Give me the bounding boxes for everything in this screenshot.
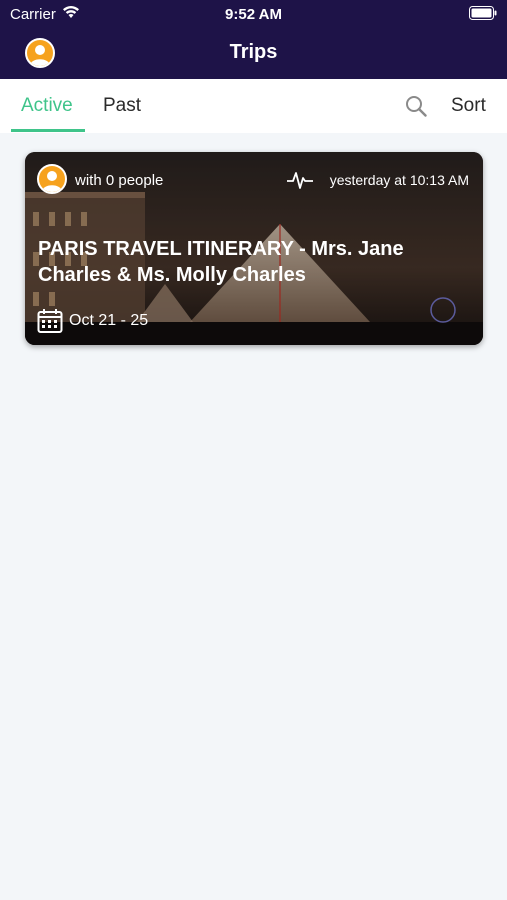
active-tab-indicator	[11, 129, 85, 132]
tab-active[interactable]: Active	[21, 95, 73, 117]
tab-past[interactable]: Past	[103, 95, 141, 117]
trip-dates: Oct 21 - 25	[69, 312, 149, 329]
participant-avatar	[37, 164, 67, 194]
page-title: Trips	[229, 41, 278, 63]
user-avatar-icon	[42, 171, 62, 192]
trip-people-count: with 0 people	[75, 172, 164, 189]
trip-tabs: Active Past Sort	[0, 79, 507, 133]
trip-title: PARIS TRAVEL ITINERARY - Mrs. Jane Charl…	[38, 238, 404, 286]
battery-icon	[469, 6, 497, 20]
activity-icon	[287, 172, 313, 189]
search-icon[interactable]	[405, 95, 427, 117]
app-header: Carrier 9:52 AM Trips	[0, 0, 507, 79]
status-bar: Carrier 9:52 AM	[0, 0, 507, 28]
clock: 9:52 AM	[225, 6, 282, 23]
trip-last-updated: yesterday at 10:13 AM	[329, 172, 469, 188]
sort-button[interactable]: Sort	[451, 95, 486, 117]
trip-card[interactable]: with 0 people yesterday at 10:13 AM PARI…	[25, 152, 483, 345]
calendar-icon	[37, 309, 63, 333]
